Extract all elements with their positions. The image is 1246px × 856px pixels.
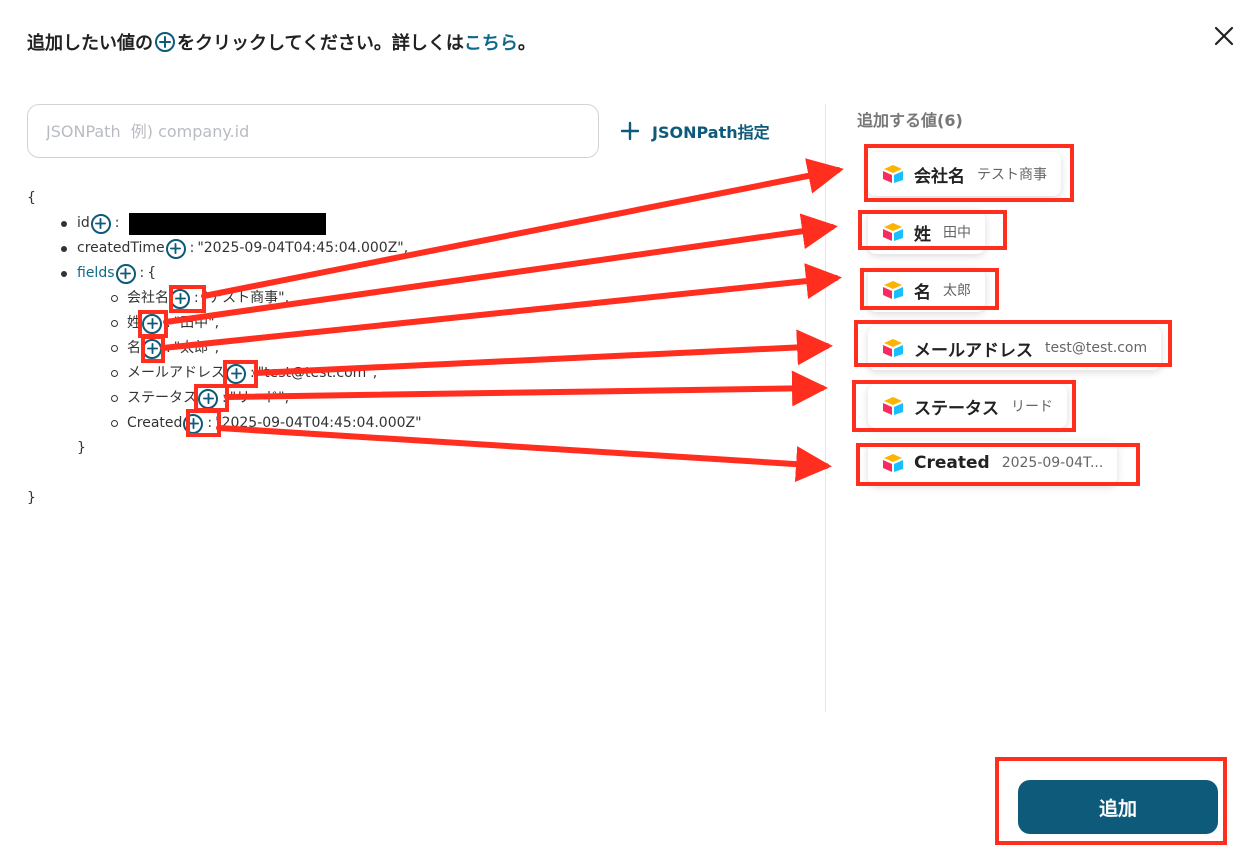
instruction-before: 追加したい値の	[27, 33, 153, 54]
selected-value-chip[interactable]: 会社名 テスト商事	[868, 152, 1061, 196]
airtable-logo-icon	[882, 222, 904, 242]
add-value-plus-icon[interactable]	[170, 288, 190, 309]
json-key: Created	[127, 415, 183, 431]
add-value-plus-icon[interactable]	[198, 388, 218, 409]
chip-value: 田中	[943, 225, 971, 241]
json-value: "リード",	[229, 390, 290, 406]
instruction-end: 。	[517, 33, 536, 54]
chip-name: メールアドレス	[914, 340, 1033, 361]
json-row-id: id :	[27, 211, 587, 236]
json-value: "田中",	[173, 315, 220, 331]
json-field-row: 会社名 : "テスト商事",	[27, 286, 587, 311]
selected-value-chip[interactable]: 姓 田中	[868, 210, 985, 254]
chip-name: Created	[914, 453, 990, 473]
json-fields-open: {	[147, 265, 157, 281]
chip-value: 太郎	[943, 283, 971, 299]
bullet	[61, 271, 67, 277]
add-value-plus-icon[interactable]	[115, 263, 136, 284]
json-key: id	[77, 215, 90, 231]
selected-value-chip[interactable]: Created 2025-09-04T...	[868, 441, 1118, 485]
airtable-logo-icon	[882, 338, 904, 358]
json-blank	[27, 461, 587, 486]
selected-value-chip[interactable]: 名 太郎	[868, 268, 985, 312]
bullet	[111, 345, 118, 352]
chip-name: 会社名	[914, 166, 965, 187]
chip-name: ステータス	[914, 398, 999, 419]
help-link[interactable]: こちら	[464, 29, 518, 55]
selected-value-chip[interactable]: メールアドレス test@test.com	[868, 326, 1162, 370]
add-value-plus-icon[interactable]	[142, 313, 162, 334]
bullet	[111, 370, 118, 377]
add-value-plus-icon[interactable]	[165, 238, 186, 259]
json-fields-close: }	[77, 440, 86, 456]
selected-values-title: 追加する値(6)	[857, 111, 963, 130]
add-value-plus-icon[interactable]	[226, 363, 246, 384]
json-key: 会社名	[127, 290, 169, 306]
chip-value: 2025-09-04T...	[1001, 455, 1104, 471]
chip-name: 姓	[914, 224, 931, 245]
json-value: "test@test.com",	[257, 365, 378, 381]
redacted-value	[128, 212, 326, 235]
json-key: createdTime	[77, 240, 165, 256]
add-button[interactable]: 追加	[1018, 780, 1218, 834]
json-field-row: Created : "2025-09-04T04:45:04.000Z"	[27, 411, 587, 436]
plus-circle-icon	[155, 32, 175, 52]
json-field-row: メールアドレス : "test@test.com",	[27, 361, 587, 386]
json-field-row: 姓 : "田中",	[27, 311, 587, 336]
json-key: 姓	[127, 315, 141, 331]
json-field-row: ステータス : "リード",	[27, 386, 587, 411]
chip-value: リード	[1011, 399, 1053, 415]
json-value: "テスト商事",	[201, 290, 290, 306]
close-button[interactable]	[1210, 22, 1238, 50]
json-value: "2025-09-04T04:45:04.000Z"	[215, 415, 422, 431]
add-value-plus-icon[interactable]	[183, 413, 204, 434]
airtable-logo-icon	[882, 396, 904, 416]
bullet	[111, 420, 118, 427]
json-value: "2025-09-04T04:45:04.000Z",	[197, 240, 409, 256]
json-key-fields[interactable]: fields	[77, 261, 115, 286]
chip-name: 名	[914, 282, 931, 303]
chip-value: テスト商事	[977, 167, 1047, 183]
airtable-logo-icon	[882, 164, 904, 184]
selected-value-chip[interactable]: ステータス リード	[868, 384, 1067, 428]
instruction-text: 追加したい値の をクリックしてください。詳しくは こちら 。	[27, 29, 536, 55]
jsonpath-specify-button[interactable]: JSONPath指定	[620, 116, 770, 146]
json-key: ステータス	[127, 390, 197, 406]
bullet	[111, 295, 118, 302]
json-value: "太郎",	[173, 340, 220, 356]
airtable-logo-icon	[882, 280, 904, 300]
add-value-plus-icon[interactable]	[90, 213, 111, 234]
jsonpath-specify-label: JSONPath指定	[652, 123, 770, 142]
bullet	[111, 320, 118, 327]
bullet	[111, 395, 118, 402]
json-open-brace: {	[27, 190, 36, 206]
add-value-plus-icon[interactable]	[142, 338, 162, 359]
json-key: メールアドレス	[127, 365, 225, 381]
plus-icon	[620, 121, 640, 141]
json-row-fields: fields : {	[27, 261, 587, 286]
json-close-brace: }	[27, 490, 36, 506]
chip-value: test@test.com	[1045, 340, 1148, 356]
jsonpath-search-input[interactable]	[27, 104, 599, 158]
json-row-createdTime: createdTime : "2025-09-04T04:45:04.000Z"…	[27, 236, 587, 261]
close-icon	[1214, 26, 1234, 46]
panel-divider	[825, 104, 826, 712]
instruction-after: をクリックしてください。詳しくは	[177, 33, 464, 54]
json-field-row: 名 : "太郎",	[27, 336, 587, 361]
airtable-logo-icon	[882, 453, 904, 473]
bullet	[61, 246, 67, 252]
json-tree: { id : createdTime : "2025-09-04T04:45:0…	[27, 186, 587, 511]
json-key: 名	[127, 340, 141, 356]
bullet	[61, 221, 67, 227]
